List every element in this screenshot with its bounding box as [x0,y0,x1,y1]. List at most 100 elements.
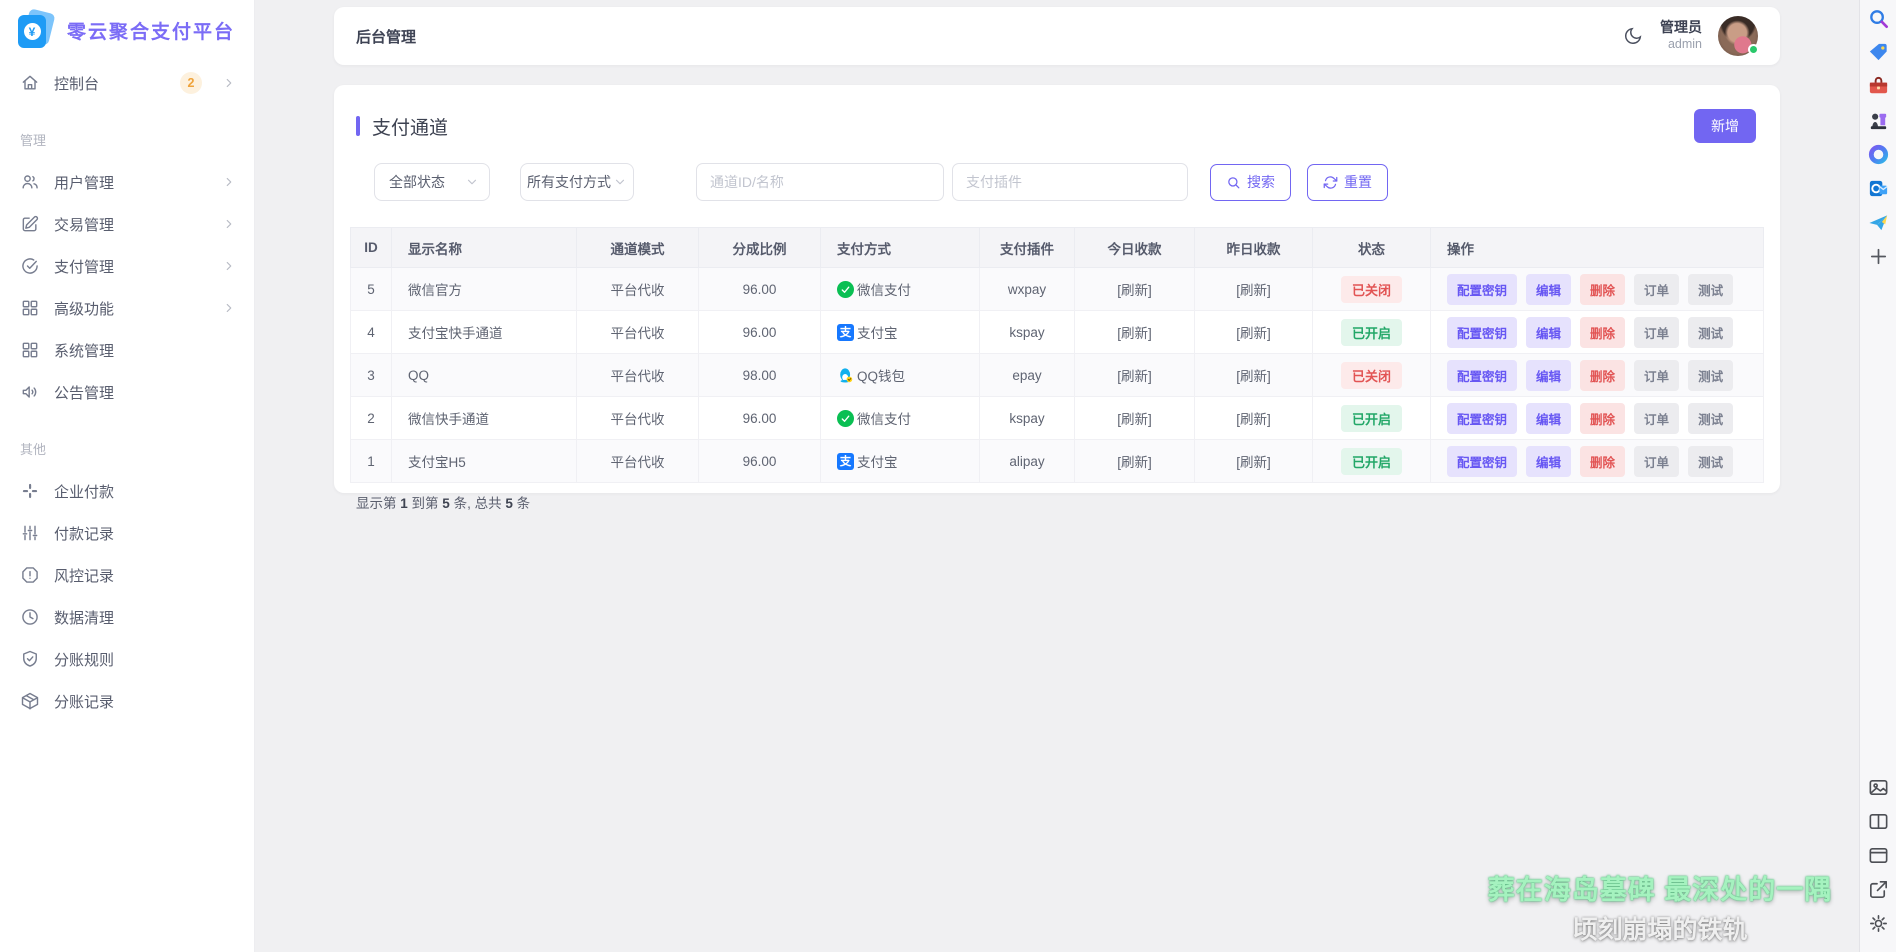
delete-button[interactable]: 删除 [1580,360,1625,391]
tag-icon[interactable] [1867,41,1890,64]
table-row: 5 微信官方 平台代收 96.00 微信支付 wxpay [刷新] [刷新] 已… [351,268,1764,311]
payment-channels-panel: 支付通道 新增 全部状态 所有支付方式 搜索 重置 [334,85,1780,493]
sidebar-item-advanced[interactable]: 高级功能 [0,287,254,329]
channel-search-input[interactable] [696,163,944,201]
refresh-yesterday-link[interactable]: [刷新] [1236,412,1271,427]
orders-button[interactable]: 订单 [1634,403,1679,434]
sidebar-item-label: 企业付款 [54,481,236,502]
add-extension-icon[interactable] [1867,245,1890,268]
sidebar-item-label: 交易管理 [54,214,202,235]
subtitle-line-2: 顷刻崩塌的铁轨 [1470,910,1850,946]
search-button[interactable]: 搜索 [1210,164,1291,201]
orders-button[interactable]: 订单 [1634,317,1679,348]
delete-button[interactable]: 删除 [1580,403,1625,434]
edit-square-icon [20,214,40,234]
outlook-icon[interactable] [1867,177,1890,200]
window-panel-icon[interactable] [1867,844,1890,867]
configure-keys-button[interactable]: 配置密钥 [1447,317,1517,348]
edit-button[interactable]: 编辑 [1526,360,1571,391]
gear-icon[interactable] [1867,912,1890,935]
grid-icon [20,340,40,360]
refresh-today-link[interactable]: [刷新] [1117,455,1152,470]
sidebar-item-risk-records[interactable]: 风控记录 [0,554,254,596]
refresh-today-link[interactable]: [刷新] [1117,283,1152,298]
wechat-pay-icon [837,410,854,427]
wechat-pay-icon [837,281,854,298]
sidebar-item-split-records[interactable]: 分账记录 [0,680,254,722]
qq-wallet-icon [837,367,854,384]
refresh-today-link[interactable]: [刷新] [1117,412,1152,427]
refresh-yesterday-link[interactable]: [刷新] [1236,326,1271,341]
clock-icon [20,607,40,627]
status-badge: 已开启 [1341,319,1402,346]
status-select[interactable]: 全部状态 [374,163,490,201]
sidebar-item-split-rules[interactable]: 分账规则 [0,638,254,680]
delete-button[interactable]: 删除 [1580,274,1625,305]
sidebar-section-other: 其他 [0,413,254,470]
test-button[interactable]: 测试 [1688,446,1733,477]
table-row: 2 微信快手通道 平台代收 96.00 微信支付 kspay [刷新] [刷新]… [351,397,1764,440]
edit-button[interactable]: 编辑 [1526,446,1571,477]
sidebar-section-manage: 管理 [0,104,254,161]
status-badge: 已关闭 [1341,276,1402,303]
avatar[interactable] [1718,16,1758,56]
sidebar-item-enterprise-payout[interactable]: 企业付款 [0,470,254,512]
orders-button[interactable]: 订单 [1634,274,1679,305]
toolbox-icon[interactable] [1867,75,1890,98]
home-icon [20,73,40,93]
brand-logo: ¥ 零云聚合支付平台 [0,0,254,58]
alipay-icon: 支 [837,453,854,470]
telegram-icon[interactable] [1867,211,1890,234]
page-title: 后台管理 [356,26,416,47]
configure-keys-button[interactable]: 配置密钥 [1447,274,1517,305]
dark-mode-toggle[interactable] [1622,25,1644,47]
add-channel-button[interactable]: 新增 [1694,109,1756,143]
refresh-today-link[interactable]: [刷新] [1117,369,1152,384]
sidebar-menu: 控制台 2 管理 用户管理 交易管理 支付管理 [0,58,254,722]
edit-button[interactable]: 编辑 [1526,274,1571,305]
sidebar-item-payout-records[interactable]: 付款记录 [0,512,254,554]
top-header: 后台管理 管理员 admin [334,7,1780,65]
sidebar-item-system[interactable]: 系统管理 [0,329,254,371]
open-external-icon[interactable] [1867,878,1890,901]
payment-method-select[interactable]: 所有支付方式 [520,163,634,201]
channels-table: ID 显示名称 通道模式 分成比例 支付方式 支付插件 今日收款 昨日收款 状态… [350,227,1764,512]
configure-keys-button[interactable]: 配置密钥 [1447,403,1517,434]
pagination-info: 显示第 1 到第 5 条, 总共 5 条 [350,483,1764,512]
refresh-today-link[interactable]: [刷新] [1117,326,1152,341]
orders-button[interactable]: 订单 [1634,360,1679,391]
search-icon[interactable] [1867,7,1890,30]
chevron-down-icon [613,175,627,189]
test-button[interactable]: 测试 [1688,317,1733,348]
test-button[interactable]: 测试 [1688,274,1733,305]
sidebar-item-label: 公告管理 [54,382,236,403]
sidebar-item-transactions[interactable]: 交易管理 [0,203,254,245]
refresh-yesterday-link[interactable]: [刷新] [1236,369,1271,384]
copilot-icon[interactable] [1867,143,1890,166]
chevron-right-icon [222,301,236,315]
panel-title: 支付通道 [372,113,448,140]
reset-button[interactable]: 重置 [1307,164,1388,201]
test-button[interactable]: 测试 [1688,360,1733,391]
sidebar-item-console[interactable]: 控制台 2 [0,62,254,104]
split-view-icon[interactable] [1867,810,1890,833]
delete-button[interactable]: 删除 [1580,317,1625,348]
table-header-row: ID 显示名称 通道模式 分成比例 支付方式 支付插件 今日收款 昨日收款 状态… [351,228,1764,268]
delete-button[interactable]: 删除 [1580,446,1625,477]
sidebar-item-data-cleanup[interactable]: 数据清理 [0,596,254,638]
plugin-search-input[interactable] [952,163,1188,201]
screenshot-icon[interactable] [1867,776,1890,799]
sidebar-item-payments[interactable]: 支付管理 [0,245,254,287]
sidebar-item-users[interactable]: 用户管理 [0,161,254,203]
configure-keys-button[interactable]: 配置密钥 [1447,360,1517,391]
sidebar: ¥ 零云聚合支付平台 控制台 2 管理 用户管理 交易管理 [0,0,255,952]
orders-button[interactable]: 订单 [1634,446,1679,477]
refresh-yesterday-link[interactable]: [刷新] [1236,455,1271,470]
refresh-yesterday-link[interactable]: [刷新] [1236,283,1271,298]
edit-button[interactable]: 编辑 [1526,317,1571,348]
sidebar-item-announcements[interactable]: 公告管理 [0,371,254,413]
test-button[interactable]: 测试 [1688,403,1733,434]
configure-keys-button[interactable]: 配置密钥 [1447,446,1517,477]
edit-button[interactable]: 编辑 [1526,403,1571,434]
chess-icon[interactable] [1867,109,1890,132]
